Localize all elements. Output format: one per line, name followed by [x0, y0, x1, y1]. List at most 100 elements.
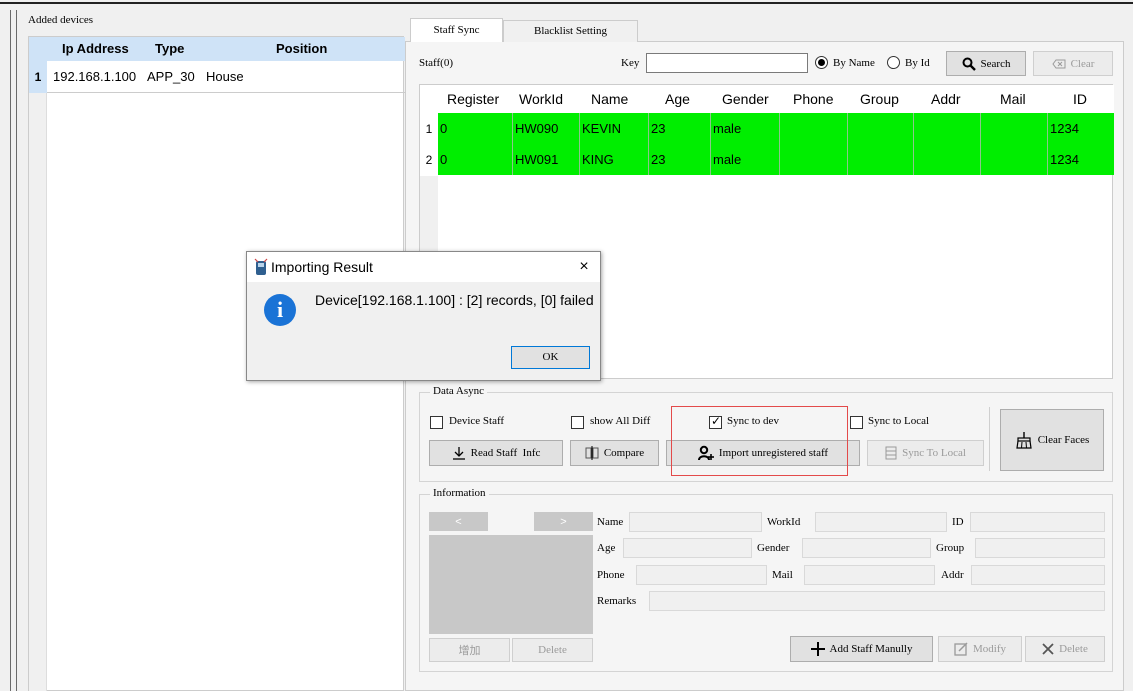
cell-age: 23 [651, 121, 666, 136]
read-staff-info-button[interactable]: Read Staff Infc [429, 440, 563, 466]
key-label: Key [621, 57, 640, 69]
cell-register: 0 [440, 121, 448, 136]
col-age[interactable]: Age [665, 91, 690, 107]
dialog-titlebar[interactable]: Importing Result × [247, 252, 600, 282]
col-position[interactable]: Position [276, 41, 327, 56]
modify-label: Modify [973, 643, 1006, 655]
workid-field[interactable] [815, 512, 947, 532]
clear-button[interactable]: Clear [1033, 51, 1113, 76]
add-staff-manually-button[interactable]: Add Staff Manully [790, 636, 933, 662]
delete-staff-label: Delete [1059, 643, 1088, 655]
col-mail[interactable]: Mail [1000, 91, 1026, 107]
cell-gender: male [713, 152, 742, 167]
compare-label: Compare [603, 447, 645, 459]
table-row[interactable]: 1 192.168.1.100 APP_30 House [29, 61, 405, 93]
cell-workid: HW091 [515, 152, 559, 167]
key-input[interactable] [646, 53, 808, 73]
compare-icon [585, 446, 599, 460]
left-divider-2 [16, 10, 17, 691]
gender-field[interactable] [802, 538, 931, 558]
row-number: 2 [420, 144, 438, 176]
search-button-label: Search [980, 57, 1011, 70]
remarks-field[interactable] [649, 591, 1105, 611]
dialog-message: Device[192.168.1.100] : [2] records, [0]… [315, 292, 594, 308]
by-name-radio[interactable] [815, 56, 828, 69]
search-icon [962, 57, 976, 71]
cell-id: 1234 [1050, 152, 1079, 167]
table-row[interactable]: 2 0 HW091 KING 23 male 1234 [420, 144, 1114, 176]
tab-blacklist-setting[interactable]: Blacklist Setting [503, 20, 638, 42]
sync-to-local-label: Sync to Local [868, 415, 930, 427]
async-divider [989, 407, 990, 471]
dialog-ok-button[interactable]: OK [511, 346, 590, 369]
dialog-close-button[interactable]: × [572, 255, 596, 279]
cell-id: 1234 [1050, 121, 1079, 136]
col-name[interactable]: Name [591, 91, 628, 107]
tab-staff-sync[interactable]: Staff Sync [410, 18, 503, 42]
col-workid[interactable]: WorkId [519, 91, 563, 107]
search-button[interactable]: Search [946, 51, 1026, 76]
id-label: ID [952, 516, 964, 528]
backspace-icon [1051, 59, 1066, 68]
col-ip-address[interactable]: Ip Address [62, 41, 129, 56]
workid-label: WorkId [767, 516, 801, 528]
top-border [0, 0, 1133, 4]
phone-label: Phone [597, 569, 625, 581]
clear-faces-button[interactable]: Clear Faces [1000, 409, 1104, 471]
read-staff-info-label: Read Staff Infc [470, 447, 541, 459]
sync-to-local-checkbox[interactable] [850, 416, 863, 429]
staff-photo [429, 535, 593, 634]
by-id-label: By Id [905, 57, 930, 69]
col-addr[interactable]: Addr [931, 91, 961, 107]
devices-panel-title: Added devices [28, 14, 94, 26]
info-icon: i [264, 294, 296, 326]
addr-field[interactable] [971, 565, 1105, 585]
name-field[interactable] [629, 512, 762, 532]
show-all-diff-label: show All Diff [590, 415, 651, 427]
col-phone[interactable]: Phone [793, 91, 833, 107]
gender-label: Gender [757, 542, 790, 554]
staff-table-header: Register WorkId Name Age Gender Phone Gr… [420, 85, 1114, 113]
mail-field[interactable] [804, 565, 935, 585]
show-all-diff-checkbox[interactable] [571, 416, 584, 429]
close-icon [1042, 643, 1054, 655]
addr-label: Addr [941, 569, 964, 581]
importing-result-dialog: Importing Result × i Device[192.168.1.10… [246, 251, 601, 381]
sync-to-local-button-label: Sync To Local [902, 447, 966, 459]
phone-field[interactable] [636, 565, 767, 585]
compare-button[interactable]: Compare [570, 440, 659, 466]
col-id[interactable]: ID [1073, 91, 1087, 107]
clear-faces-label: Clear Faces [1037, 434, 1090, 446]
table-row[interactable]: 1 0 HW090 KEVIN 23 male 1234 [420, 113, 1114, 145]
device-staff-checkbox[interactable] [430, 416, 443, 429]
delete-staff-button[interactable]: Delete [1025, 636, 1105, 662]
col-register[interactable]: Register [447, 91, 499, 107]
cell-age: 23 [651, 152, 666, 167]
cell-register: 0 [440, 152, 448, 167]
modify-button[interactable]: Modify [938, 636, 1022, 662]
by-id-radio[interactable] [887, 56, 900, 69]
by-name-label: By Name [833, 57, 875, 69]
prev-photo-button[interactable]: < [429, 512, 488, 531]
col-gender[interactable]: Gender [722, 91, 769, 107]
id-field[interactable] [970, 512, 1105, 532]
col-group[interactable]: Group [860, 91, 899, 107]
data-async-title: Data Async [430, 385, 488, 397]
cell-name: KING [582, 152, 614, 167]
cell-workid: HW090 [515, 121, 559, 136]
cell-name: KEVIN [582, 121, 622, 136]
devices-row-gutter [29, 61, 47, 691]
clear-button-label: Clear [1070, 57, 1095, 70]
dialog-title: Importing Result [271, 259, 373, 275]
sync-to-local-button[interactable]: Sync To Local [867, 440, 984, 466]
add-photo-button[interactable]: 增加 [429, 638, 510, 662]
col-type[interactable]: Type [155, 41, 184, 56]
device-ip: 192.168.1.100 [53, 69, 137, 84]
delete-photo-button[interactable]: Delete [512, 638, 593, 662]
add-staff-manually-label: Add Staff Manully [829, 643, 913, 655]
group-field[interactable] [975, 538, 1105, 558]
next-photo-button[interactable]: > [534, 512, 593, 531]
age-field[interactable] [623, 538, 752, 558]
row-number: 1 [29, 61, 47, 93]
cell-gender: male [713, 121, 742, 136]
